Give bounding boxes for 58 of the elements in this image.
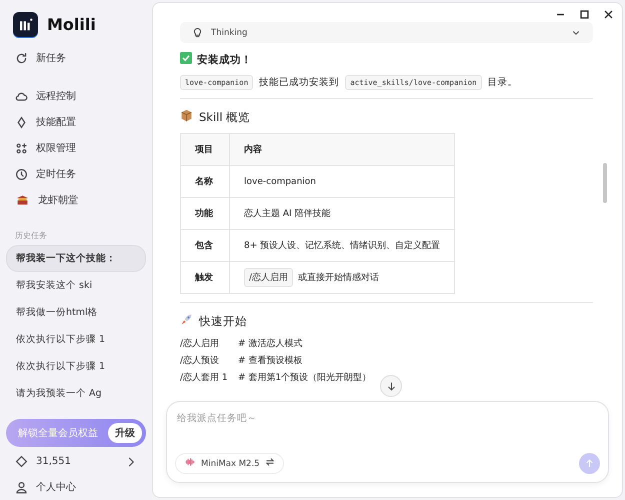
upgrade-button[interactable]: 升级: [108, 423, 142, 443]
body-text: 目录。: [488, 76, 518, 89]
new-chat-icon: [15, 52, 28, 64]
profile-item[interactable]: 个人中心: [6, 474, 146, 500]
inline-code: /恋人启用: [244, 268, 294, 287]
points-item[interactable]: 31,551: [6, 449, 146, 474]
model-selector[interactable]: MiniMax M2.5: [175, 453, 284, 474]
table-cell: 名称: [180, 166, 230, 198]
table-cell: 包含: [180, 230, 230, 262]
arrow-down-icon: [386, 380, 396, 392]
scroll-down-button[interactable]: [380, 375, 402, 397]
success-heading: 安装成功！: [197, 52, 252, 66]
app-name: Molili: [47, 15, 96, 34]
table-header: 项目: [180, 134, 230, 166]
table-cell: 触发: [180, 262, 230, 294]
comment-text: # 激活恋人模式: [238, 338, 302, 351]
body-text: 8+ 预设人设、记忆系统、情绪识别、自定义配置: [244, 240, 440, 252]
promo-text: 解锁全量会员权益: [18, 426, 98, 440]
app-logo-icon: [13, 12, 38, 37]
comment-text: # 套用第1个预设（阳光开朗型）: [238, 372, 372, 385]
body-text: love-companion: [244, 176, 316, 186]
table-cell: 功能: [180, 198, 230, 230]
arrow-up-icon: [584, 458, 595, 469]
sidebar-item[interactable]: 定时任务: [6, 161, 146, 187]
diamond-icon: [15, 116, 28, 128]
history-item[interactable]: 依次执行以下步骤 1: [6, 326, 146, 353]
checkmark-icon: [180, 52, 192, 67]
history-item[interactable]: 帮我做一份html格: [6, 299, 146, 326]
clock-icon: [15, 168, 28, 180]
new-task-button[interactable]: 新任务: [6, 45, 146, 71]
comment-text: # 查看预设模板: [238, 354, 302, 368]
sidebar-item[interactable]: 权限管理: [6, 135, 146, 161]
command-text: /恋人启用: [180, 338, 220, 351]
history-item[interactable]: 请为我预装一个 Ag: [6, 380, 146, 407]
diamond-icon: [15, 455, 28, 468]
user-icon: [15, 480, 28, 494]
command-text: /恋人套用 1: [180, 372, 229, 385]
task-input-field[interactable]: 给我派点任务吧～ MiniMax M2.5: [166, 401, 609, 483]
sidebar-item[interactable]: 技能配置: [6, 109, 146, 135]
scrollbar-thumb[interactable]: [603, 163, 607, 203]
thinking-toggle[interactable]: Thinking: [180, 22, 593, 43]
table-header: 内容: [230, 134, 455, 166]
history-item[interactable]: 帮我装一下这个技能：: [6, 245, 146, 272]
palace-icon: [15, 194, 30, 206]
sidebar-item[interactable]: 龙虾朝堂: [6, 187, 146, 213]
section-label: 历史任务: [14, 230, 48, 242]
cloud-icon: [15, 90, 28, 102]
history-item[interactable]: 依次执行以下步骤 1: [6, 353, 146, 380]
body-text: 技能已成功安装到: [259, 76, 340, 89]
body-text: 或直接开始情感对话: [298, 272, 380, 284]
section-heading: Skill 概览: [199, 110, 250, 124]
sidebar-item[interactable]: 远程控制: [6, 83, 146, 109]
grid-icon: [15, 142, 28, 154]
body-text: 恋人主题 AI 陪伴技能: [244, 208, 331, 220]
history-item[interactable]: 帮我安装这个 ski: [6, 272, 146, 299]
lightbulb-icon: [192, 27, 203, 38]
command-text: /恋人预设: [180, 354, 220, 368]
section-heading: 快速开始: [199, 314, 247, 328]
